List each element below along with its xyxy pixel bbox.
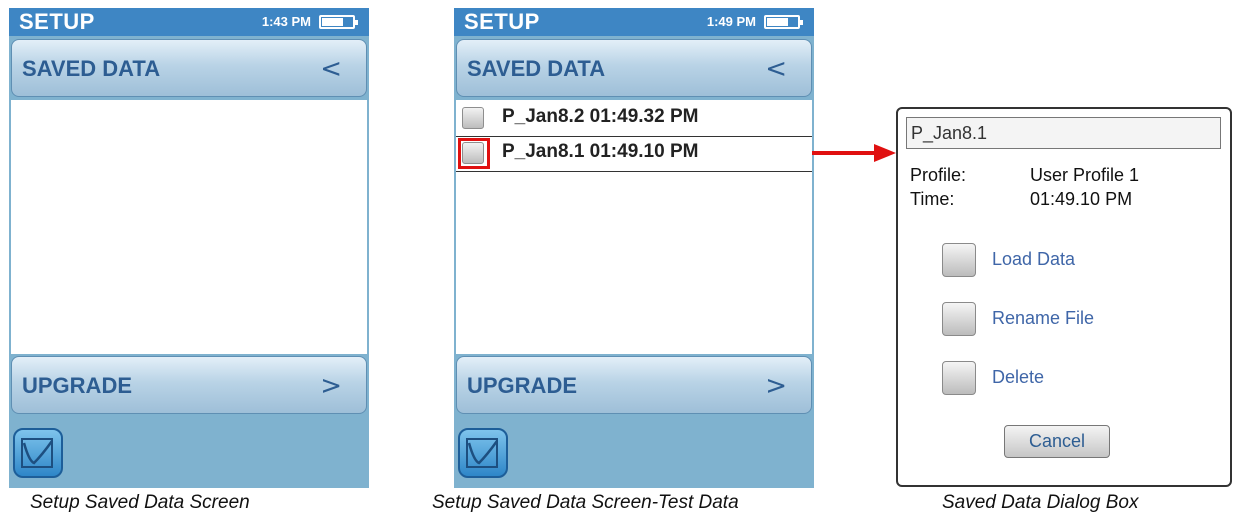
setup-saved-data-screen: SETUP 1:43 PM SAVED DATA < UPGRADE >	[9, 8, 369, 488]
list-item[interactable]: P_Jan8.2 01:49.32 PM	[456, 102, 812, 134]
upgrade-button[interactable]: UPGRADE >	[11, 356, 367, 414]
time-label: Time:	[910, 189, 955, 209]
upgrade-label: UPGRADE	[467, 373, 578, 398]
saved-data-button[interactable]: SAVED DATA <	[11, 39, 367, 97]
file-checkbox[interactable]	[462, 107, 484, 129]
saved-data-button[interactable]: SAVED DATA <	[456, 39, 812, 97]
rename-file-label: Rename File	[992, 308, 1095, 328]
cancel-button[interactable]: Cancel	[1004, 425, 1110, 458]
file-label: P_Jan8.2 01:49.32 PM	[502, 106, 699, 127]
caption-dialog-box: Saved Data Dialog Box	[942, 492, 1139, 513]
arrow-right-icon	[812, 144, 896, 162]
saved-data-label: SAVED DATA	[467, 56, 606, 81]
status-title: SETUP	[19, 9, 95, 34]
saved-data-label: SAVED DATA	[22, 56, 161, 81]
delete-checkbox[interactable]	[942, 361, 976, 395]
graph-glyph	[21, 438, 54, 468]
delete-label: Delete	[992, 367, 1045, 387]
chevron-right-icon: >	[320, 371, 342, 401]
graph-glyph	[466, 438, 499, 468]
status-bar: SETUP 1:49 PM	[454, 8, 814, 36]
rename-file-checkbox[interactable]	[942, 302, 976, 336]
time-row: Time: 01:49.10 PM	[910, 189, 1132, 210]
delete-option[interactable]: Delete	[942, 361, 1192, 395]
list-item[interactable]: P_Jan8.1 01:49.10 PM	[456, 136, 812, 172]
status-time: 1:49 PM	[706, 14, 756, 29]
time-value: 01:49.10 PM	[1030, 189, 1133, 209]
load-data-option[interactable]: Load Data	[942, 243, 1192, 277]
setup-saved-data-test-screen: SETUP 1:49 PM SAVED DATA < P_Jan8.2 01:4…	[454, 8, 814, 488]
load-data-checkbox[interactable]	[942, 243, 976, 277]
file-name-input[interactable]	[906, 117, 1221, 149]
file-label: P_Jan8.1 01:49.10 PM	[502, 141, 699, 162]
profile-row: Profile: User Profile 1	[910, 165, 1139, 186]
graph-icon[interactable]	[13, 428, 63, 478]
profile-label: Profile:	[910, 165, 967, 185]
status-title: SETUP	[464, 9, 540, 34]
profile-value: User Profile 1	[1030, 165, 1140, 185]
battery-icon	[319, 15, 358, 29]
chevron-left-icon: <	[320, 54, 342, 84]
saved-data-dialog: Profile: User Profile 1 Time: 01:49.10 P…	[896, 107, 1232, 487]
chevron-left-icon: <	[765, 54, 787, 84]
upgrade-button[interactable]: UPGRADE >	[456, 356, 812, 414]
status-time: 1:43 PM	[261, 14, 311, 29]
saved-files-list: P_Jan8.2 01:49.32 PM P_Jan8.1 01:49.10 P…	[456, 100, 812, 354]
graph-icon[interactable]	[458, 428, 508, 478]
status-bar: SETUP 1:43 PM	[9, 8, 369, 36]
caption-setup-test-data: Setup Saved Data Screen-Test Data	[432, 492, 739, 513]
upgrade-label: UPGRADE	[22, 373, 133, 398]
caption-setup-saved-data: Setup Saved Data Screen	[30, 492, 250, 513]
battery-icon	[764, 15, 803, 29]
load-data-label: Load Data	[992, 249, 1076, 269]
chevron-right-icon: >	[765, 371, 787, 401]
saved-files-list	[11, 100, 367, 354]
rename-file-option[interactable]: Rename File	[942, 302, 1192, 336]
selection-highlight	[458, 138, 490, 169]
